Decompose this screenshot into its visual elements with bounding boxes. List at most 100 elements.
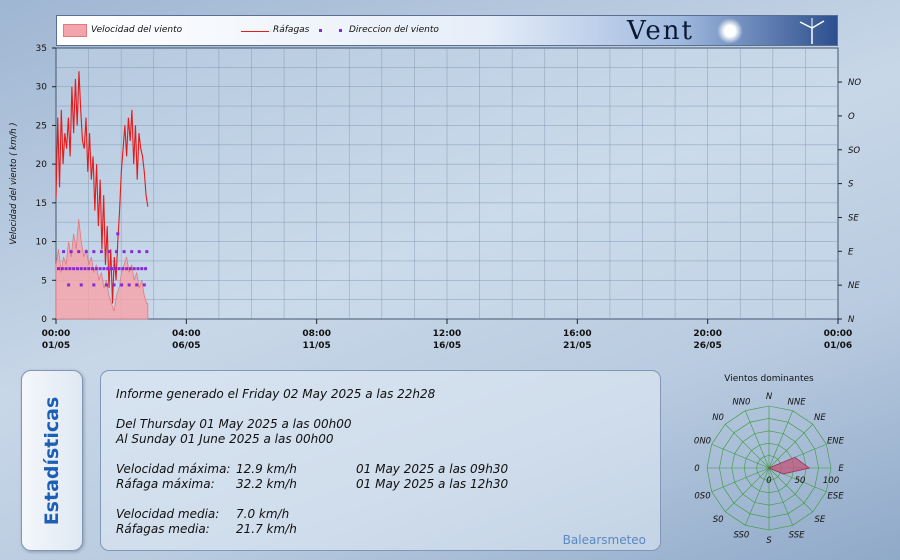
direction-point: [120, 283, 124, 287]
rose-spoke: [724, 467, 770, 513]
direction-point: [64, 267, 68, 271]
legend-gust-swatch: [241, 31, 269, 32]
max-gust-label: Ráfaga máxima:: [116, 477, 215, 491]
direction-point: [107, 250, 111, 254]
rose-direction-label: 0: [694, 464, 699, 474]
direction-point: [130, 250, 134, 254]
direction-point: [83, 267, 87, 271]
direction-point: [112, 283, 116, 287]
direction-point: [92, 250, 96, 254]
legend-gust-label: Ráfagas: [273, 25, 310, 35]
rose-title: Vientos dominantes: [724, 374, 814, 384]
direction-point: [125, 267, 129, 271]
x-tick-date-label: 21/05: [563, 341, 591, 351]
wind-rose: Vientos dominantes N NNE NE ENE E ESE SE SSE S SS0…: [694, 374, 845, 546]
direction-point: [113, 267, 117, 271]
y-tick-label: 25: [36, 121, 47, 131]
statistics-tab[interactable]: Estadísticas: [21, 370, 83, 551]
max-gust-time: 01 May 2025 a las 12h30: [356, 477, 509, 491]
direction-point: [128, 267, 132, 271]
right-tick-label: O: [848, 112, 855, 122]
direction-point: [62, 250, 66, 254]
x-tick-time-label: 20:00: [693, 329, 722, 339]
max-speed-label: Velocidad máxima:: [116, 462, 231, 476]
direction-point: [92, 283, 96, 287]
direction-point: [84, 250, 88, 254]
x-tick-date-label: 06/05: [172, 341, 200, 351]
direction-point: [102, 267, 106, 271]
direction-point: [137, 250, 141, 254]
report-generated: Informe generado el Friday 02 May 2025 a…: [116, 387, 436, 401]
direction-point: [104, 283, 108, 287]
max-gust-value: 32.2 km/h: [236, 477, 297, 491]
rose-spoke: [724, 423, 770, 469]
avg-gust-label: Ráfagas media:: [116, 522, 210, 536]
direction-point: [75, 267, 79, 271]
right-tick-label: NE: [848, 281, 860, 291]
avg-speed-value: 7.0 km/h: [236, 507, 290, 521]
rose-direction-label: N0: [712, 413, 724, 423]
right-tick-label: S: [848, 180, 854, 190]
right-tick-label: N: [848, 315, 855, 325]
x-tick-time-label: 00:00: [824, 329, 853, 339]
max-speed-value: 12.9 km/h: [236, 462, 297, 476]
direction-point: [77, 250, 81, 254]
legend-speed-swatch: [63, 24, 87, 37]
rose-direction-label: E: [838, 464, 844, 474]
rose-direction-label: 0N0: [694, 436, 711, 446]
rose-direction-label: NE: [814, 413, 826, 423]
direction-point: [127, 283, 131, 287]
rose-direction-label: SSE: [789, 531, 805, 541]
direction-point: [72, 267, 76, 271]
direction-point: [98, 267, 102, 271]
direction-point: [91, 267, 95, 271]
rose-radial-label: 50: [795, 476, 806, 486]
direction-point: [122, 250, 126, 254]
brand-link[interactable]: Balearsmeteo: [563, 533, 646, 547]
y-tick-label: 35: [36, 44, 47, 54]
max-speed-time: 01 May 2025 a las 09h30: [356, 462, 509, 476]
rose-direction-label: ESE: [827, 492, 844, 502]
rose-direction-label: N: [766, 392, 773, 402]
direction-point: [99, 250, 103, 254]
avg-speed-label: Velocidad media:: [116, 507, 220, 521]
direction-point: [136, 267, 140, 271]
report-from: Del Thursday 01 May 2025 a las 00h00: [116, 417, 352, 431]
rose-direction-label: SS0: [733, 531, 749, 541]
rose-direction-label: 0S0: [694, 492, 710, 502]
x-tick-date-label: 01/06: [824, 341, 852, 351]
sun-icon: [717, 18, 743, 44]
rose-direction-label: SE: [815, 515, 826, 525]
y-tick-label: 5: [41, 276, 47, 286]
rose-spoke: [768, 467, 814, 513]
x-tick-time-label: 04:00: [172, 329, 201, 339]
legend-speed-label: Velocidad del viento: [91, 25, 183, 35]
y-tick-label: 10: [36, 238, 48, 248]
direction-point: [145, 250, 149, 254]
direction-point: [106, 267, 110, 271]
report-to: Al Sunday 01 June 2025 a las 00h00: [116, 432, 334, 446]
rose-direction-label: S0: [713, 515, 724, 525]
legend-direction-label: Direccion del viento: [349, 25, 439, 35]
right-tick-label: NO: [848, 78, 861, 88]
x-tick-time-label: 08:00: [302, 329, 331, 339]
wind-turbine-icon: [797, 18, 827, 44]
direction-point: [79, 283, 83, 287]
direction-point: [94, 267, 98, 271]
direction-point: [135, 283, 139, 287]
direction-point: [60, 267, 64, 271]
rose-direction-label: S: [766, 536, 772, 546]
y-axis-label: Velocidad del viento ( km/h ): [9, 122, 19, 244]
statistics-tab-label: Estadísticas: [41, 396, 63, 525]
chart-legend: Velocidad del viento Ráfagas Direccion d…: [56, 15, 838, 46]
avg-gust-value: 21.7 km/h: [236, 522, 297, 536]
x-tick-date-label: 11/05: [302, 341, 330, 351]
y-tick-label: 15: [36, 199, 47, 209]
direction-point: [144, 267, 148, 271]
right-tick-label: SO: [848, 146, 860, 156]
rose-direction-label: NNE: [788, 398, 807, 408]
y-tick-label: 0: [41, 315, 47, 325]
report-panel: Informe generado el Friday 02 May 2025 a…: [100, 370, 661, 551]
direction-point: [67, 283, 71, 287]
x-tick-date-label: 26/05: [693, 341, 721, 351]
